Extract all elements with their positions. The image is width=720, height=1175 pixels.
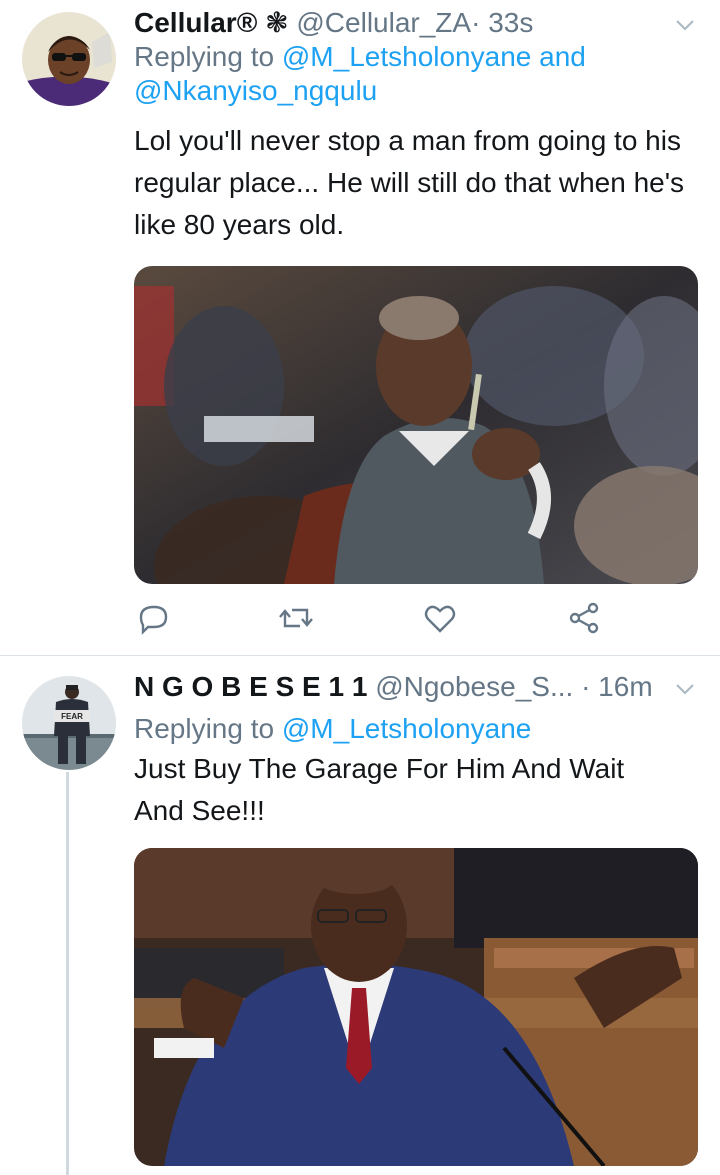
time-separator: · — [581, 671, 591, 702]
timestamp[interactable]: 16m — [598, 671, 652, 702]
replying-to: Replying to @M_Letsholonyane — [134, 712, 700, 746]
avatar[interactable]: FEAR — [22, 676, 116, 770]
tweet-actions — [134, 598, 700, 638]
tweet-text: Lol you'll never stop a man from going t… — [134, 125, 685, 240]
chevron-down-icon[interactable] — [674, 14, 696, 36]
tweet-header: N G O B E S E 1 1 @Ngobese_S... · 16m — [134, 670, 700, 704]
mention-link[interactable]: @M_Letsholonyane — [282, 41, 531, 72]
retweet-icon[interactable] — [276, 598, 316, 638]
share-icon[interactable] — [564, 598, 604, 638]
avatar-shirt-text: FEAR — [61, 712, 83, 721]
tweet-text: Just Buy The Garage For Him And Wait And… — [134, 753, 625, 826]
replying-prefix: Replying to — [134, 41, 282, 72]
tweet-header: Cellular® ❃ @Cellular_ZA· 33s — [134, 6, 700, 40]
mention-link[interactable]: @Nkanyiso_ngqulu — [134, 75, 377, 106]
photo-elderly-man-icon — [134, 266, 698, 584]
thread-line — [66, 772, 69, 1175]
timestamp[interactable]: 33s — [488, 7, 533, 38]
reply-icon[interactable] — [134, 598, 174, 638]
tweet-cellular[interactable]: Cellular® ❃ @Cellular_ZA· 33s Replying t… — [0, 0, 720, 654]
display-name[interactable]: Cellular® — [134, 7, 257, 38]
mention-link[interactable]: @M_Letsholonyane — [282, 713, 531, 744]
replying-to: Replying to @M_Letsholonyane and @Nkanyi… — [134, 40, 700, 108]
like-icon[interactable] — [420, 598, 460, 638]
chevron-down-icon[interactable] — [674, 678, 696, 700]
handle[interactable]: @Ngobese_S... — [375, 671, 573, 702]
replying-prefix: Replying to — [134, 713, 282, 744]
flower-emoji-icon: ❃ — [265, 7, 289, 38]
tweet-ngobese[interactable]: FEAR N G O B E S E 1 1 @Ngobese_S... · 1… — [0, 656, 720, 1175]
handle[interactable]: @Cellular_ZA — [296, 7, 471, 38]
tweet-photo[interactable] — [134, 848, 698, 1166]
mention-and: and — [531, 41, 586, 72]
time-separator: · — [471, 7, 481, 38]
photo-man-speaking-icon — [134, 848, 698, 1166]
display-name[interactable]: N G O B E S E 1 1 — [134, 671, 367, 702]
tweet-photo[interactable] — [134, 266, 698, 584]
avatar[interactable] — [22, 12, 116, 106]
